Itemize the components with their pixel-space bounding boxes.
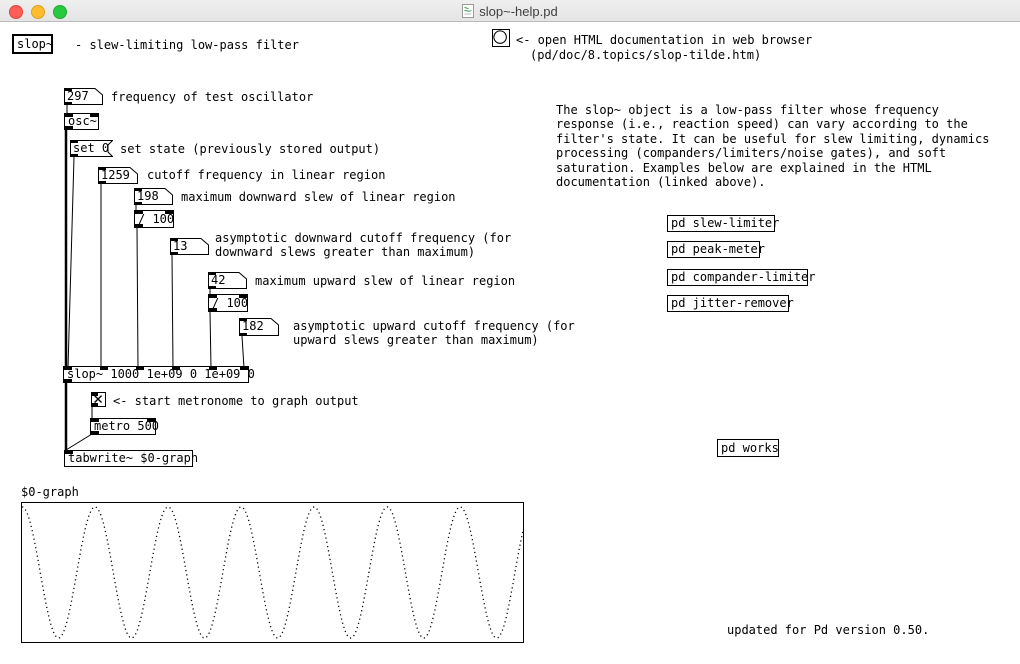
number-box-frequency[interactable]: 297: [64, 88, 103, 105]
comment-up-asymptotic: asymptotic upward cutoff frequency (for …: [293, 319, 575, 347]
comment-down-asymptotic: asymptotic downward cutoff frequency (fo…: [215, 231, 511, 259]
subpatch-jitter-remover[interactable]: pd jitter-remover: [667, 295, 789, 312]
window-title-area: slop~-help.pd: [0, 0, 1020, 22]
number-box-down-slew[interactable]: 198: [134, 188, 173, 205]
object-box-slop: slop~ 1000 1e+09 0 1e+09 0: [63, 366, 249, 383]
object-label: pd slew-limiter: [671, 216, 779, 231]
number-box-up-asymptotic[interactable]: 182: [239, 318, 279, 336]
comment-set-state: set state (previously stored output): [120, 142, 380, 156]
number-box-cutoff[interactable]: 1259: [98, 167, 138, 184]
patch-cord: [137, 228, 138, 368]
number-box-up-slew[interactable]: 42: [208, 272, 247, 289]
subpatch-slew-limiter[interactable]: pd slew-limiter: [667, 215, 775, 232]
bang-open-docs[interactable]: [492, 29, 510, 47]
number-box-down-asymptotic[interactable]: 13: [170, 238, 209, 255]
pd-window: slop~-help.pd slop~ - slew-limiting low-…: [0, 0, 1020, 664]
patch-canvas: slop~ - slew-limiting low-pass filter <-…: [0, 22, 1020, 664]
message-label: set 0: [73, 141, 109, 156]
object-box-slop-title: slop~: [12, 34, 53, 54]
comment-up-slew: maximum upward slew of linear region: [255, 274, 515, 288]
patch-cord: [172, 255, 173, 368]
object-label: pd peak-meter: [671, 242, 765, 257]
object-label: pd jitter-remover: [671, 296, 794, 311]
object-box-div100-down: / 100: [134, 210, 174, 228]
graph-waveform: [22, 503, 523, 642]
subpatch-compander-limiter[interactable]: pd compander-limiter: [667, 269, 808, 286]
object-label: tabwrite~ $0-graph: [68, 451, 198, 466]
message-box-set[interactable]: set 0: [70, 140, 113, 157]
object-box-metro: metro 500: [90, 418, 156, 435]
object-box-tabwrite: tabwrite~ $0-graph: [64, 450, 193, 467]
comment-updated: updated for Pd version 0.50.: [727, 623, 929, 637]
object-label: pd compander-limiter: [671, 270, 816, 285]
patch-cord: [68, 157, 74, 368]
patch-cord: [210, 312, 211, 368]
object-label: pd works: [721, 441, 779, 456]
graph-label: $0-graph: [21, 485, 79, 499]
toggle-metronome[interactable]: [91, 392, 106, 407]
comment-main: - slew-limiting low-pass filter: [75, 38, 299, 52]
patch-cord: [66, 434, 92, 450]
subpatch-peak-meter[interactable]: pd peak-meter: [667, 241, 760, 258]
comment-cutoff: cutoff frequency in linear region: [147, 168, 385, 182]
comment-metronome: <- start metronome to graph output: [113, 394, 359, 408]
object-label: slop~: [17, 37, 53, 52]
titlebar: slop~-help.pd: [0, 0, 1020, 22]
number-value: 182: [242, 319, 264, 334]
comment-frequency: frequency of test oscillator: [111, 90, 313, 104]
description-text: The slop~ object is a low-pass filter wh…: [556, 103, 989, 189]
graph-array-frame: [21, 502, 524, 643]
comment-doc-path: (pd/doc/8.topics/slop-tilde.htm): [530, 48, 761, 62]
object-box-osc: osc~: [64, 113, 99, 130]
comment-down-slew: maximum downward slew of linear region: [181, 190, 456, 204]
pd-file-icon: [462, 4, 474, 18]
patch-cord: [242, 336, 244, 368]
object-box-div100-up: / 100: [208, 294, 248, 312]
comment-open-docs: <- open HTML documentation in web browse…: [516, 33, 812, 47]
object-label: slop~ 1000 1e+09 0 1e+09 0: [67, 367, 255, 382]
window-title: slop~-help.pd: [479, 4, 557, 19]
subpatch-works[interactable]: pd works: [717, 439, 779, 457]
bang-circle-icon: [493, 30, 509, 46]
